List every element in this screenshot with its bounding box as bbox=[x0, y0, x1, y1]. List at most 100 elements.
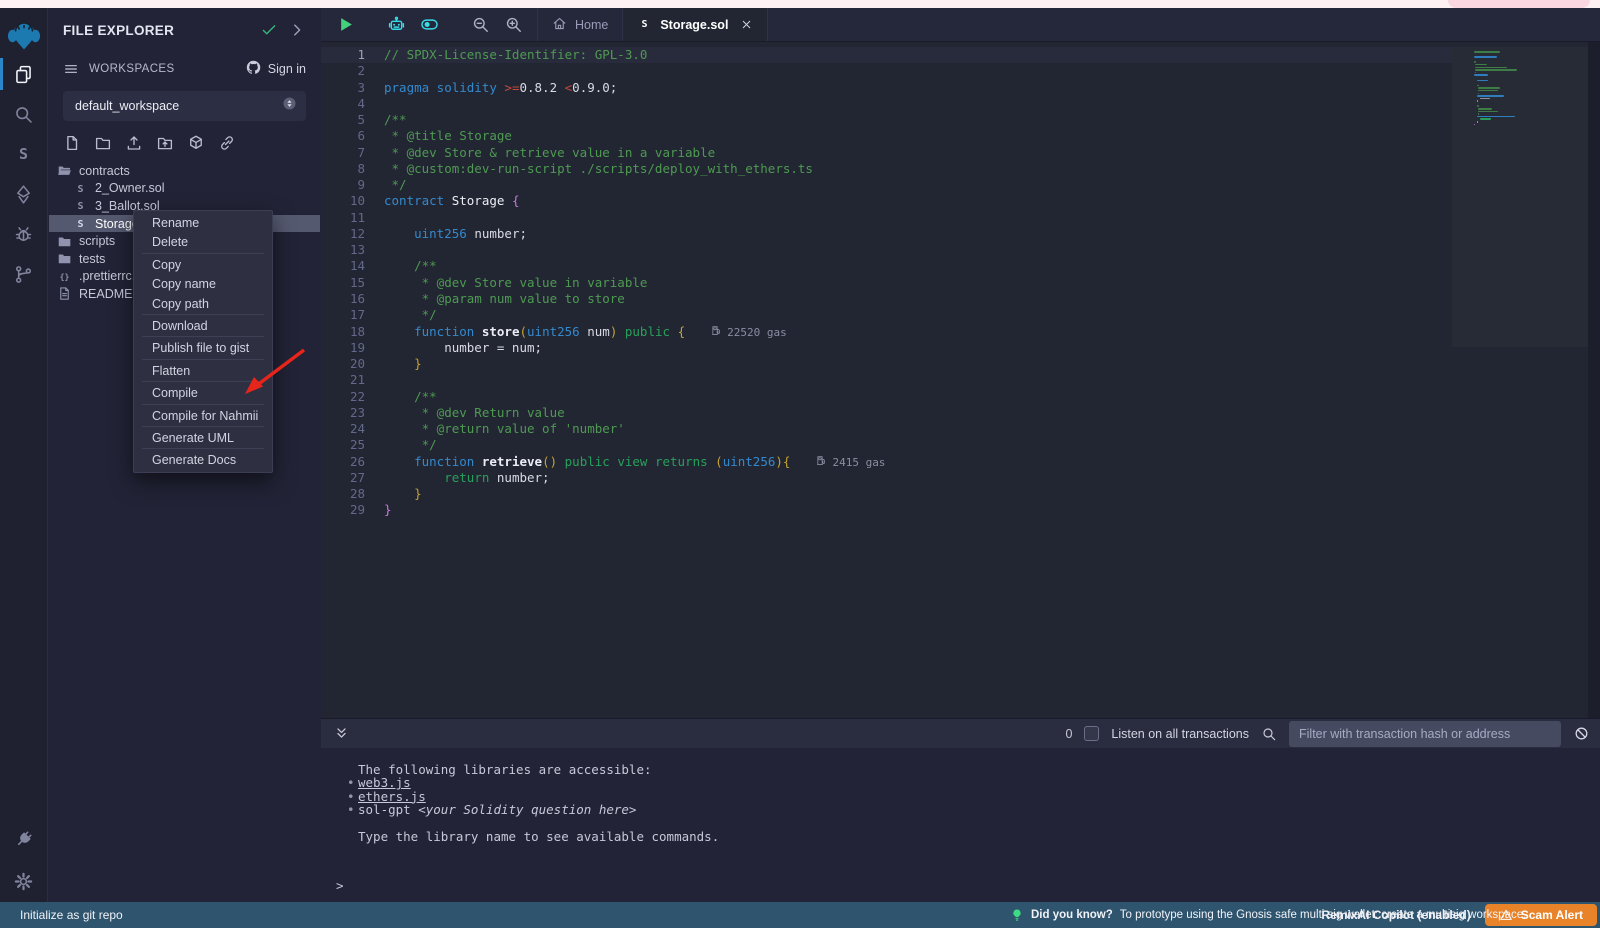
code-line[interactable]: 14 /** bbox=[321, 258, 1452, 274]
line-number: 4 bbox=[321, 96, 365, 112]
code-line[interactable]: 8 * @custom:dev-run-script ./scripts/dep… bbox=[321, 161, 1452, 177]
context-menu-item-compile-for-nahmii[interactable]: Compile for Nahmii bbox=[134, 406, 272, 425]
code-line[interactable]: 16 * @param num value to store bbox=[321, 291, 1452, 307]
code-line[interactable]: 27 return number; bbox=[321, 470, 1452, 486]
code-line[interactable]: 23 * @dev Return value bbox=[321, 405, 1452, 421]
context-menu-item-copy[interactable]: Copy bbox=[134, 255, 272, 274]
debugger-icon[interactable] bbox=[0, 214, 48, 254]
publish-workspace-icon[interactable] bbox=[187, 134, 205, 152]
code-line[interactable]: 7 * @dev Store & retrieve value in a var… bbox=[321, 145, 1452, 161]
sign-in-button[interactable]: Sign in bbox=[245, 59, 306, 79]
code-editor[interactable]: 1// SPDX-License-Identifier: GPL-3.023pr… bbox=[321, 42, 1600, 718]
tab-storage-sol[interactable]: SStorage.sol bbox=[623, 8, 768, 41]
code-line[interactable]: 22 /** bbox=[321, 389, 1452, 405]
upload-folder-icon[interactable] bbox=[156, 134, 174, 152]
tab-home[interactable]: Home bbox=[537, 8, 623, 41]
menu-separator bbox=[142, 448, 264, 449]
transaction-filter-input[interactable] bbox=[1289, 721, 1561, 747]
link-workspace-icon[interactable] bbox=[218, 134, 236, 152]
code-token: 0.9.0; bbox=[572, 80, 617, 95]
code-line[interactable]: 5/** bbox=[321, 112, 1452, 128]
zoom-out-icon[interactable] bbox=[470, 15, 490, 35]
editor-scrollbar[interactable] bbox=[1588, 42, 1600, 718]
editor-minimap[interactable] bbox=[1452, 47, 1588, 718]
code-line[interactable]: 15 * @dev Store value in variable bbox=[321, 275, 1452, 291]
code-line[interactable]: 17 */ bbox=[321, 307, 1452, 323]
workspace-select[interactable]: default_workspace bbox=[63, 91, 306, 121]
listen-all-transactions-checkbox[interactable] bbox=[1084, 726, 1099, 741]
close-icon[interactable] bbox=[740, 18, 753, 31]
tree-item[interactable]: S2_Owner.sol bbox=[49, 180, 320, 198]
zoom-in-icon[interactable] bbox=[503, 15, 523, 35]
code-line[interactable]: 19 number = num; bbox=[321, 340, 1452, 356]
code-line[interactable]: 3pragma solidity >=0.8.2 <0.9.0; bbox=[321, 80, 1452, 96]
code-line[interactable]: 21 bbox=[321, 372, 1452, 388]
line-number: 2 bbox=[321, 63, 365, 79]
code-line[interactable]: 12 uint256 number; bbox=[321, 226, 1452, 242]
terminal-prompt[interactable]: > bbox=[336, 878, 344, 893]
git-icon[interactable] bbox=[0, 254, 48, 294]
editor-area: HomeSStorage.sol 1// SPDX-License-Identi… bbox=[321, 8, 1600, 902]
code-line[interactable]: 29} bbox=[321, 502, 1452, 518]
solidity-compiler-icon[interactable]: S bbox=[0, 134, 48, 174]
code-line[interactable]: 6 * @title Storage bbox=[321, 128, 1452, 144]
new-file-icon[interactable] bbox=[63, 134, 81, 152]
code-line[interactable]: 25 */ bbox=[321, 437, 1452, 453]
code-line[interactable]: 13 bbox=[321, 242, 1452, 258]
tree-item[interactable]: contracts bbox=[49, 162, 320, 180]
context-menu-item-generate-uml[interactable]: Generate UML bbox=[134, 428, 272, 447]
context-menu-item-publish-file-to-gist[interactable]: Publish file to gist bbox=[134, 338, 272, 357]
terminal-collapse-icon[interactable] bbox=[333, 725, 350, 742]
code-line[interactable]: 4 bbox=[321, 96, 1452, 112]
code-line[interactable]: 1// SPDX-License-Identifier: GPL-3.0 bbox=[321, 47, 1452, 63]
context-menu-item-flatten[interactable]: Flatten bbox=[134, 361, 272, 380]
workspaces-menu-icon[interactable] bbox=[63, 61, 79, 77]
git-init-status[interactable]: Initialize as git repo bbox=[20, 908, 123, 922]
code-line[interactable]: 11 bbox=[321, 210, 1452, 226]
line-number: 13 bbox=[321, 242, 365, 258]
code-line[interactable]: 18 function store(uint256 num) public {2… bbox=[321, 324, 1452, 340]
context-menu-item-generate-docs[interactable]: Generate Docs bbox=[134, 450, 272, 469]
clear-console-icon[interactable] bbox=[1573, 725, 1590, 742]
terminal-search-icon[interactable] bbox=[1261, 726, 1277, 742]
ai-assistant-robot-icon[interactable] bbox=[386, 15, 406, 35]
code-token: number = num; bbox=[384, 340, 542, 355]
code-line[interactable]: 10contract Storage { bbox=[321, 193, 1452, 209]
accept-check-icon[interactable] bbox=[260, 21, 278, 39]
remix-logo-icon[interactable] bbox=[6, 18, 42, 54]
file-explorer-icon[interactable] bbox=[0, 54, 48, 94]
svg-text:S: S bbox=[77, 201, 83, 212]
run-script-icon[interactable] bbox=[335, 15, 355, 35]
deploy-and-run-icon[interactable] bbox=[0, 174, 48, 214]
line-number: 5 bbox=[321, 112, 365, 128]
terminal-panel[interactable]: The following libraries are accessible:•… bbox=[321, 748, 1600, 902]
minimap-line bbox=[1474, 59, 1558, 61]
new-folder-icon[interactable] bbox=[94, 134, 112, 152]
sign-in-label: Sign in bbox=[268, 62, 306, 76]
context-menu-item-rename[interactable]: Rename bbox=[134, 213, 272, 232]
code-line[interactable]: 26 function retrieve() public view retur… bbox=[321, 454, 1452, 470]
code-token: */ bbox=[384, 177, 407, 192]
search-icon[interactable] bbox=[0, 94, 48, 134]
minimap-line bbox=[1474, 77, 1558, 79]
context-menu-item-copy-path[interactable]: Copy path bbox=[134, 294, 272, 313]
line-content: */ bbox=[384, 177, 407, 192]
svg-text:S: S bbox=[19, 144, 28, 162]
minimap-line bbox=[1474, 64, 1558, 66]
plugin-manager-icon[interactable] bbox=[0, 818, 48, 860]
code-line[interactable]: 20 } bbox=[321, 356, 1452, 372]
code-lines: 1// SPDX-License-Identifier: GPL-3.023pr… bbox=[321, 47, 1452, 718]
ai-copilot-toggle-icon[interactable] bbox=[419, 15, 439, 35]
settings-icon[interactable] bbox=[0, 860, 48, 902]
context-menu-item-download[interactable]: Download bbox=[134, 316, 272, 335]
chevron-right-icon[interactable] bbox=[288, 21, 306, 39]
code-line[interactable]: 2 bbox=[321, 63, 1452, 79]
code-line[interactable]: 28 } bbox=[321, 486, 1452, 502]
context-menu-item-copy-name[interactable]: Copy name bbox=[134, 274, 272, 293]
line-number: 8 bbox=[321, 161, 365, 177]
code-line[interactable]: 9 */ bbox=[321, 177, 1452, 193]
context-menu-item-delete[interactable]: Delete bbox=[134, 232, 272, 251]
code-line[interactable]: 24 * @return value of 'number' bbox=[321, 421, 1452, 437]
upload-file-icon[interactable] bbox=[125, 134, 143, 152]
context-menu-item-compile[interactable]: Compile bbox=[134, 383, 272, 402]
